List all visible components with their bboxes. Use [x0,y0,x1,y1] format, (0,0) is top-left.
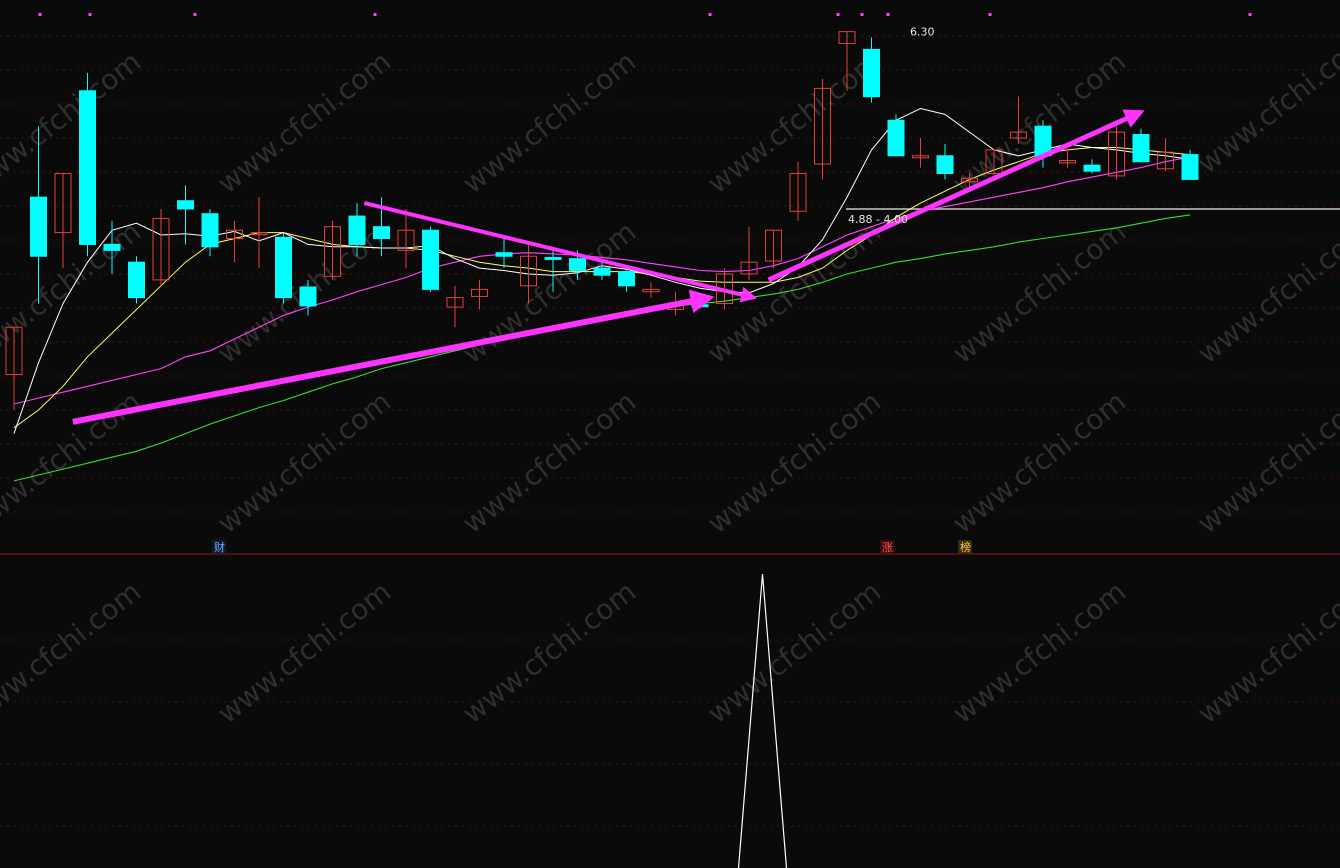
candle-body [177,200,194,210]
candle-down [887,114,905,157]
candle-up [471,279,488,310]
candle-body [495,252,513,257]
candle-body [103,243,121,251]
watermark-text: www.cfchi.com [1191,215,1340,370]
watermark-text: www.cfchi.com [701,575,887,730]
watermark-layer: www.cfchi.com www.cfchi.com www.cfchi.com w… [0,25,1340,730]
watermark-text: www.cfchi.com [211,45,397,200]
signal-dot [708,13,712,16]
candle-body [593,267,611,276]
watermark-text: www.cfchi.com [456,385,642,540]
candle-body [373,226,390,240]
finance-marker[interactable]: 财 [212,540,226,554]
candle-down [275,232,292,304]
candle-body [422,229,439,290]
candle-up [912,138,929,168]
signal-dot [886,13,890,16]
limit-up-marker[interactable]: 涨 [880,540,894,554]
watermark-text: www.cfchi.com [1191,25,1340,180]
signal-dot [373,13,377,16]
watermark-text: www.cfchi.com [211,385,397,540]
signal-dot [38,13,42,16]
candle-body [201,213,219,248]
kline-chart-canvas[interactable]: www.cfchi.com www.cfchi.com www.cfchi.com w… [0,0,1340,868]
candle-up [54,173,72,269]
signal-dot [88,13,92,16]
finance-marker-label: 财 [214,540,225,554]
candle-body [691,304,709,308]
watermark-text: www.cfchi.com [701,45,887,200]
candle-down [177,185,194,245]
candle-body [544,256,562,260]
candle-body [348,215,366,245]
signal-dot [860,13,864,16]
candle-body [275,236,292,299]
candle-body [1083,164,1101,172]
watermark-text: www.cfchi.com [211,575,397,730]
candle-up [789,161,807,221]
watermark-text: www.cfchi.com [946,45,1132,200]
candle-body [1181,154,1199,180]
candle-body [79,90,96,245]
candle-body [30,196,47,257]
candle-down [128,256,145,304]
candle-up [397,208,415,269]
candle-up [642,282,660,298]
candle-down [1132,128,1150,163]
watermark-text: www.cfchi.com [1191,575,1340,730]
watermark-text: www.cfchi.com [0,45,147,200]
rank-marker[interactable]: 榜 [958,540,972,554]
high-price-label: 6.30 [910,26,935,39]
watermark-text: www.cfchi.com [456,575,642,730]
candle-down [618,268,635,292]
candle-down [201,208,219,257]
indicator-panel [737,573,788,868]
candle-body [128,261,145,299]
ma30-line [13,156,1191,405]
candle-body [569,258,586,271]
watermark-text: www.cfchi.com [946,385,1132,540]
candle-body [863,48,880,98]
rank-marker-label: 榜 [960,540,971,554]
candle-up [765,229,782,269]
candle-down [1083,159,1101,174]
limit-up-marker-label: 涨 [882,541,893,554]
candle-up [226,220,243,263]
candle-up [740,226,758,280]
watermark-text: www.cfchi.com [1191,385,1340,540]
watermark-text: www.cfchi.com [946,215,1132,370]
watermark-text: www.cfchi.com [456,215,642,370]
signal-dot [193,13,197,16]
candle-body [1132,133,1150,163]
watermark-text: www.cfchi.com [0,575,147,730]
candle-down [422,226,439,292]
signal-dot [836,13,840,16]
signal-dot [988,13,992,16]
candle-down [495,238,513,269]
candle-down [79,73,96,257]
candle-up [1157,138,1174,172]
candle-body [299,286,317,307]
watermark-text: www.cfchi.com [701,385,887,540]
candle-up [446,285,464,328]
watermark-text: www.cfchi.com [456,45,642,200]
indicator-line [737,573,788,868]
candle-down [1181,149,1199,180]
stock-chart-window: www.cfchi.com www.cfchi.com www.cfchi.com w… [0,0,1340,868]
candle-body [887,119,905,157]
candle-body [936,155,954,175]
ma10-line [13,147,1191,429]
signal-dot [1248,13,1252,16]
range-label: 4.88 - 4.00 [848,213,908,226]
candle-up [250,197,268,269]
candle-body [618,271,635,287]
watermark-text: www.cfchi.com [946,575,1132,730]
candle-up [1059,149,1076,168]
watermark-text: www.cfchi.com [0,385,147,540]
